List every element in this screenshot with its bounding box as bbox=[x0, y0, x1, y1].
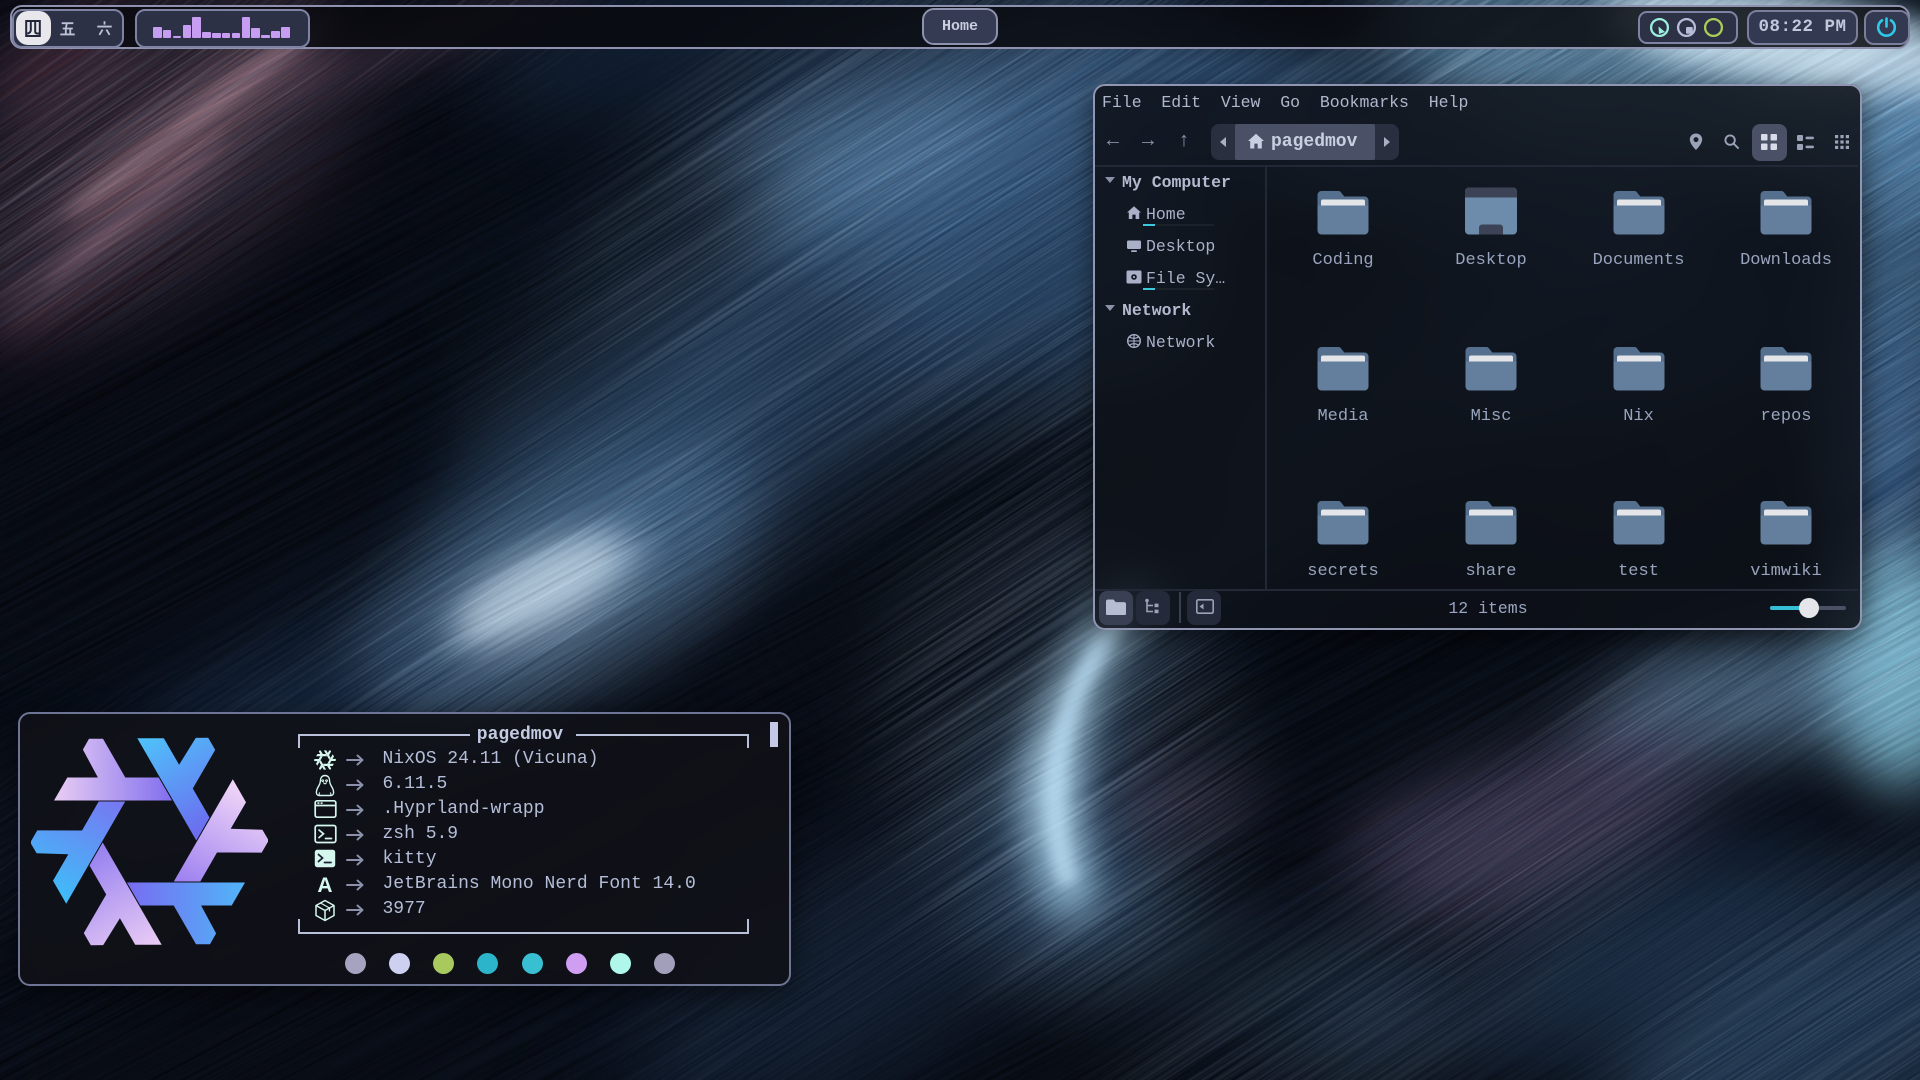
svg-text:A: A bbox=[317, 874, 332, 896]
